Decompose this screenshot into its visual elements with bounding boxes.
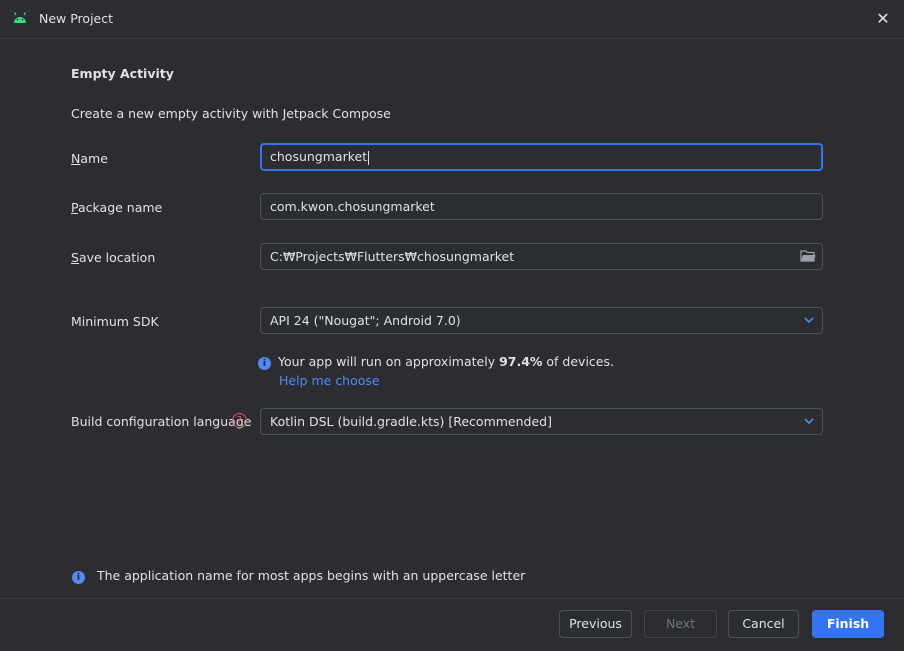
finish-button[interactable]: Finish: [812, 610, 884, 638]
chevron-down-icon: [804, 317, 814, 324]
build-language-label: Build configuration language: [71, 414, 252, 429]
template-heading: Empty Activity: [71, 66, 174, 81]
package-name-label: Package name: [71, 200, 163, 215]
package-name-input[interactable]: com.kwon.chosungmarket: [260, 193, 823, 220]
sdk-coverage-percent: 97.4%: [499, 354, 543, 369]
title-bar: New Project ✕: [0, 0, 904, 39]
close-icon[interactable]: ✕: [872, 9, 894, 29]
android-icon: [13, 12, 27, 23]
template-description: Create a new empty activity with Jetpack…: [71, 106, 391, 121]
info-icon: i: [72, 571, 85, 584]
save-location-input[interactable]: C:₩Projects₩Flutters₩chosungmarket: [260, 243, 823, 270]
minimum-sdk-select[interactable]: API 24 ("Nougat"; Android 7.0): [260, 307, 823, 334]
chevron-down-icon: [804, 418, 814, 425]
footer-hint: i The application name for most apps beg…: [72, 568, 525, 584]
sdk-coverage-info: i Your app will run on approximately 97.…: [258, 354, 614, 370]
info-icon: i: [258, 357, 271, 370]
name-label: Name: [71, 151, 108, 166]
cancel-button[interactable]: Cancel: [728, 610, 799, 638]
next-button[interactable]: Next: [644, 610, 717, 638]
build-language-select[interactable]: Kotlin DSL (build.gradle.kts) [Recommend…: [260, 408, 823, 435]
save-location-label: Save location: [71, 250, 156, 265]
previous-button[interactable]: Previous: [559, 610, 632, 638]
window-title: New Project: [39, 11, 114, 26]
name-input[interactable]: chosungmarket: [260, 143, 823, 171]
minimum-sdk-label: Minimum SDK: [71, 314, 159, 329]
help-me-choose-link[interactable]: Help me choose: [279, 373, 380, 388]
help-icon[interactable]: ?: [232, 413, 247, 428]
folder-icon[interactable]: [800, 249, 816, 263]
footer-divider: [0, 598, 904, 599]
